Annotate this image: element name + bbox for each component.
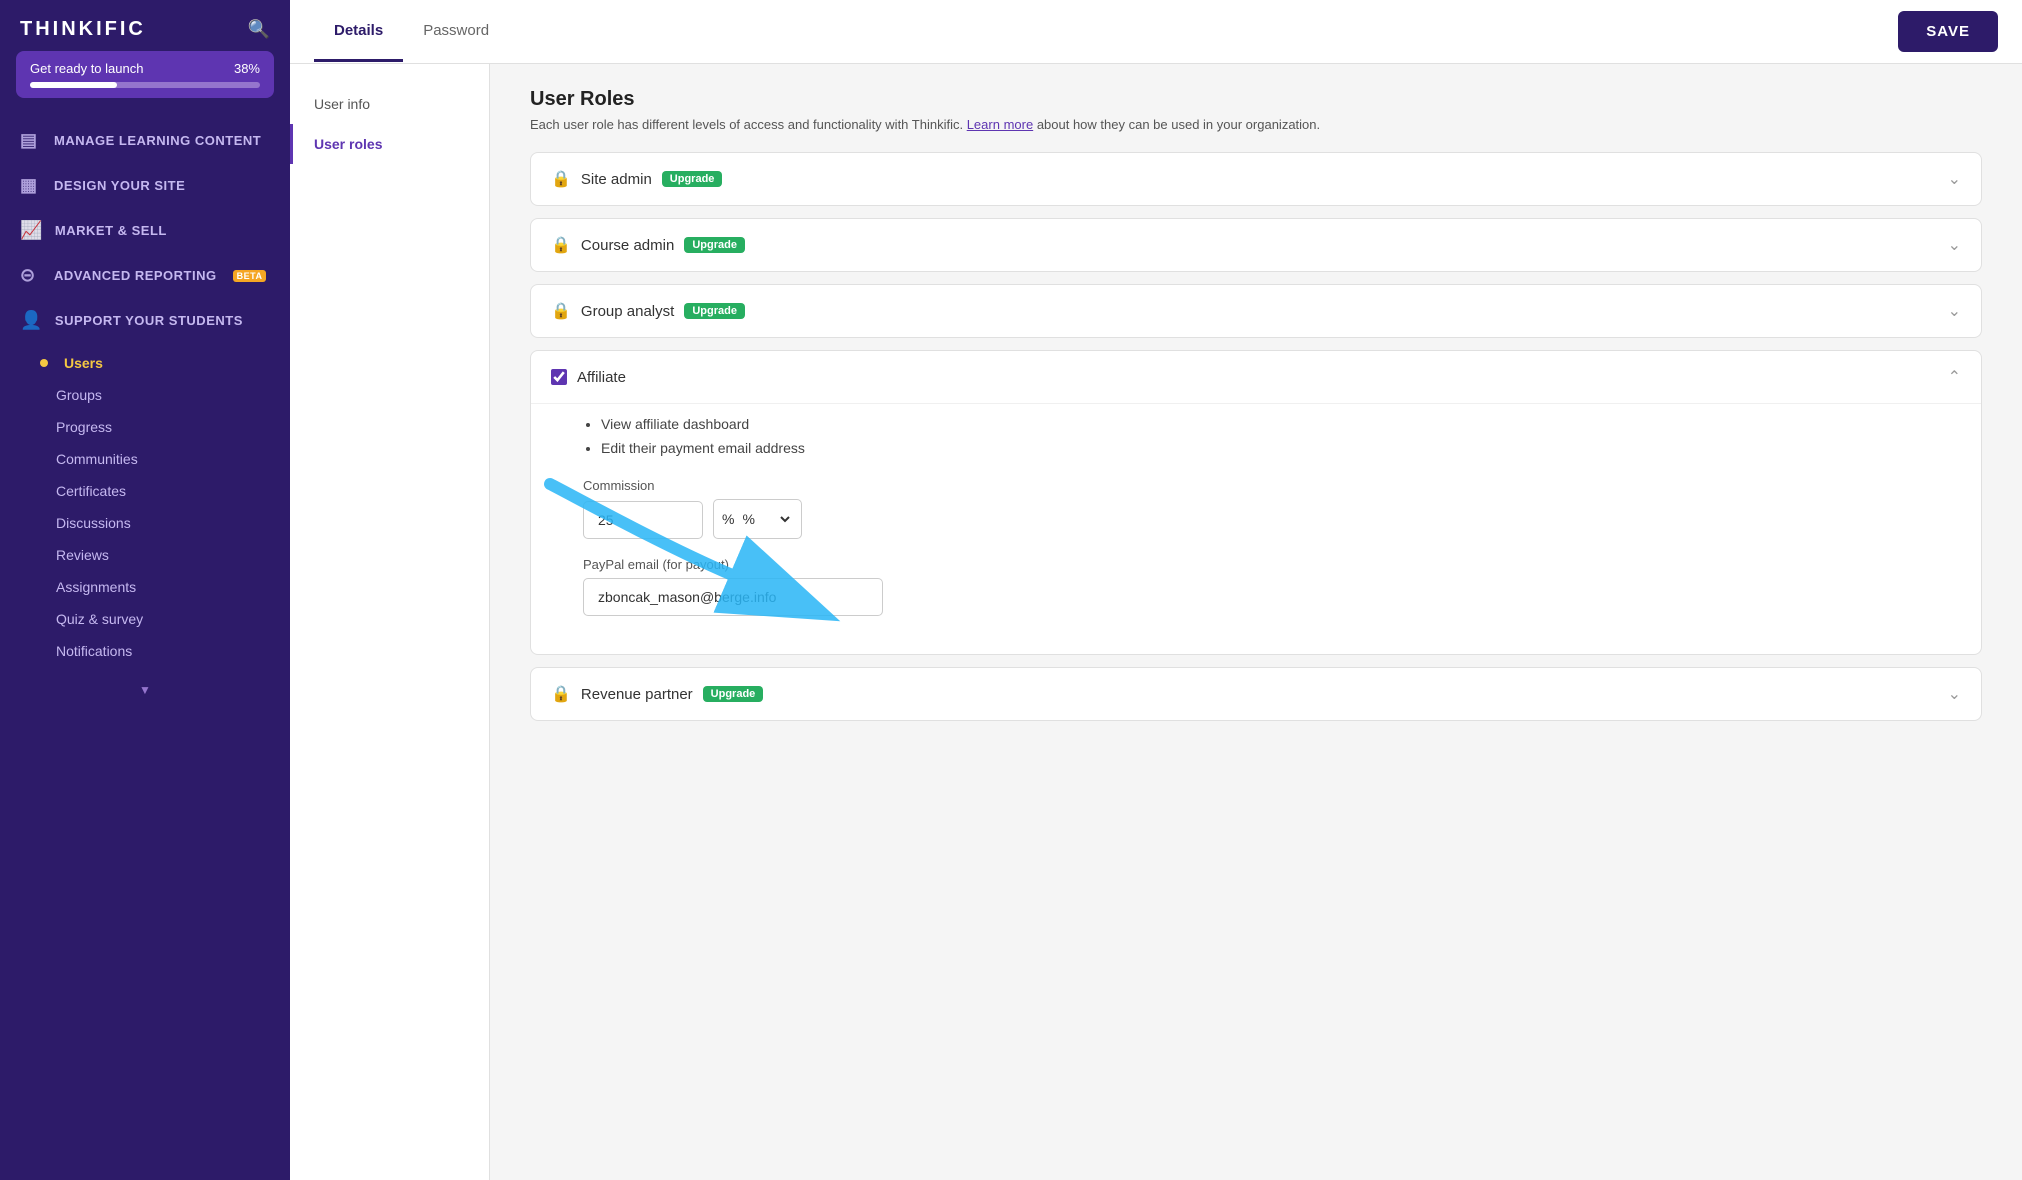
design-site-label: DESIGN YOUR SITE xyxy=(54,178,185,193)
affiliate-checkbox[interactable] xyxy=(551,369,567,385)
role-label-group-analyst: Group analyst xyxy=(581,303,674,320)
sidebar-item-manage-learning[interactable]: ▤ MANAGE LEARNING CONTENT xyxy=(0,118,290,163)
sidebar-item-certificates[interactable]: Certificates xyxy=(0,475,290,507)
panel: User Roles Each user role has different … xyxy=(490,64,2022,1180)
progress-bar-background xyxy=(30,82,260,88)
affiliate-body: View affiliate dashboard Edit their paym… xyxy=(531,403,1981,654)
affiliate-perk-2: Edit their payment email address xyxy=(601,436,1961,460)
market-sell-icon: 📈 xyxy=(20,220,43,241)
chevron-up-icon: ⌃ xyxy=(1948,367,1961,387)
sidebar-header: THINKIFIC 🔍 xyxy=(0,0,290,51)
chevron-down-icon: ⌄ xyxy=(1948,235,1961,255)
advanced-reporting-label: ADVANCED REPORTING xyxy=(54,268,217,283)
role-label-revenue-partner: Revenue partner xyxy=(581,686,693,703)
percent-select[interactable]: % Fixed xyxy=(738,510,793,528)
section-description: Each user role has different levels of a… xyxy=(530,117,1982,132)
search-icon[interactable]: 🔍 xyxy=(248,19,270,40)
sidebar-item-discussions[interactable]: Discussions xyxy=(0,507,290,539)
role-label-site-admin: Site admin xyxy=(581,171,652,188)
chevron-down-icon: ⌄ xyxy=(1948,169,1961,189)
sidebar-item-progress[interactable]: Progress xyxy=(0,411,290,443)
manage-learning-label: MANAGE LEARNING CONTENT xyxy=(54,133,261,148)
chevron-down-icon: ⌄ xyxy=(1948,301,1961,321)
tab-password[interactable]: Password xyxy=(403,2,509,62)
tabs-list: Details Password xyxy=(314,2,509,61)
progress-section: Get ready to launch 38% xyxy=(16,51,274,98)
lock-icon: 🔒 xyxy=(551,235,571,255)
content-area: User info User roles User Roles Each use… xyxy=(290,64,2022,1180)
role-card-site-admin: 🔒 Site admin Upgrade ⌄ xyxy=(530,152,1982,206)
commission-group: Commission % % Fixed xyxy=(583,478,1961,539)
lock-icon: 🔒 xyxy=(551,684,571,704)
role-card-header-group-analyst[interactable]: 🔒 Group analyst Upgrade ⌄ xyxy=(531,285,1981,337)
side-nav: User info User roles xyxy=(290,64,490,1180)
role-card-header-revenue-partner[interactable]: 🔒 Revenue partner Upgrade ⌄ xyxy=(531,668,1981,720)
manage-learning-icon: ▤ xyxy=(20,130,42,151)
lock-icon: 🔒 xyxy=(551,301,571,321)
sidebar-item-market-sell[interactable]: 📈 MARKET & SELL xyxy=(0,208,290,253)
percent-select-wrapper: % % Fixed xyxy=(713,499,802,539)
progress-text: Get ready to launch xyxy=(30,61,143,76)
affiliate-perks-list: View affiliate dashboard Edit their paym… xyxy=(583,412,1961,460)
sidebar-item-groups[interactable]: Groups xyxy=(0,379,290,411)
advanced-reporting-icon: ⊝ xyxy=(20,265,42,286)
tab-details[interactable]: Details xyxy=(314,2,403,62)
role-card-affiliate: Affiliate ⌃ View affiliate dashboard Edi… xyxy=(530,350,1982,655)
paypal-email-input[interactable] xyxy=(583,578,883,616)
role-card-header-site-admin[interactable]: 🔒 Site admin Upgrade ⌄ xyxy=(531,153,1981,205)
sidebar-item-assignments[interactable]: Assignments xyxy=(0,571,290,603)
role-label-affiliate: Affiliate xyxy=(577,369,626,386)
commission-input-wrapper xyxy=(583,501,703,539)
upgrade-badge-course-admin: Upgrade xyxy=(684,237,745,253)
scroll-indicator: ▼ xyxy=(0,679,290,701)
support-students-label: SUPPORT YOUR STUDENTS xyxy=(55,313,243,328)
sidebar-item-users[interactable]: Users xyxy=(0,347,290,379)
progress-percent: 38% xyxy=(234,61,260,76)
role-card-header-course-admin[interactable]: 🔒 Course admin Upgrade ⌄ xyxy=(531,219,1981,271)
sub-nav: Users Groups Progress Communities Certif… xyxy=(0,343,290,675)
upgrade-badge-site-admin: Upgrade xyxy=(662,171,723,187)
market-sell-label: MARKET & SELL xyxy=(55,223,167,238)
main-area: Details Password SAVE User info User rol… xyxy=(290,0,2022,1180)
active-dot xyxy=(40,359,48,367)
design-site-icon: ▦ xyxy=(20,175,42,196)
affiliate-perk-1: View affiliate dashboard xyxy=(601,412,1961,436)
support-students-icon: 👤 xyxy=(20,310,43,331)
progress-bar-fill xyxy=(30,82,117,88)
percent-symbol: % xyxy=(722,511,734,527)
learn-more-link[interactable]: Learn more xyxy=(967,117,1033,132)
sidebar-item-notifications[interactable]: Notifications xyxy=(0,635,290,667)
lock-icon: 🔒 xyxy=(551,169,571,189)
side-nav-user-info[interactable]: User info xyxy=(290,84,489,124)
sidebar-item-design-site[interactable]: ▦ DESIGN YOUR SITE xyxy=(0,163,290,208)
section-title: User Roles xyxy=(530,88,1982,111)
role-card-header-affiliate[interactable]: Affiliate ⌃ xyxy=(531,351,1981,403)
sidebar-item-quiz-survey[interactable]: Quiz & survey xyxy=(0,603,290,635)
upgrade-badge-group-analyst: Upgrade xyxy=(684,303,745,319)
commission-label: Commission xyxy=(583,478,1961,493)
save-button[interactable]: SAVE xyxy=(1898,11,1998,52)
beta-badge: BETA xyxy=(233,270,267,282)
role-card-revenue-partner: 🔒 Revenue partner Upgrade ⌄ xyxy=(530,667,1982,721)
sidebar-item-support-students[interactable]: 👤 SUPPORT YOUR STUDENTS xyxy=(0,298,290,343)
side-nav-user-roles[interactable]: User roles xyxy=(290,124,489,164)
progress-label: Get ready to launch 38% xyxy=(30,61,260,76)
sidebar-item-reviews[interactable]: Reviews xyxy=(0,539,290,571)
role-label-course-admin: Course admin xyxy=(581,237,674,254)
paypal-label: PayPal email (for payout) xyxy=(583,557,1961,572)
app-logo: THINKIFIC xyxy=(20,18,146,41)
tabs-bar: Details Password SAVE xyxy=(290,0,2022,64)
role-card-group-analyst: 🔒 Group analyst Upgrade ⌄ xyxy=(530,284,1982,338)
commission-row: % % Fixed xyxy=(583,499,1961,539)
sidebar-item-communities[interactable]: Communities xyxy=(0,443,290,475)
chevron-down-icon: ⌄ xyxy=(1948,684,1961,704)
role-card-course-admin: 🔒 Course admin Upgrade ⌄ xyxy=(530,218,1982,272)
sidebar-item-advanced-reporting[interactable]: ⊝ ADVANCED REPORTING BETA xyxy=(0,253,290,298)
paypal-group: PayPal email (for payout) xyxy=(583,557,1961,616)
sidebar: THINKIFIC 🔍 Get ready to launch 38% ▤ MA… xyxy=(0,0,290,1180)
main-nav: ▤ MANAGE LEARNING CONTENT ▦ DESIGN YOUR … xyxy=(0,114,290,679)
upgrade-badge-revenue-partner: Upgrade xyxy=(703,686,764,702)
commission-input[interactable] xyxy=(583,501,703,539)
